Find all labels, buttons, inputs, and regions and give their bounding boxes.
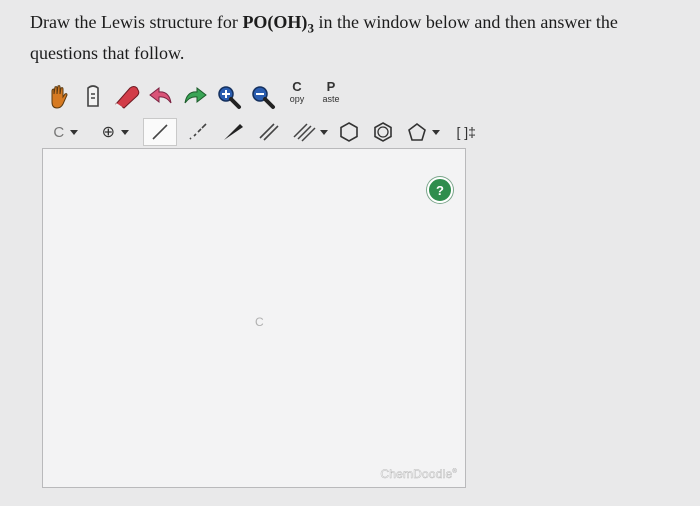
toolbar-main: C opy P aste <box>44 80 464 114</box>
plus-charge-icon: ⊕ <box>101 124 116 141</box>
lasso-tool-button[interactable] <box>78 82 108 112</box>
benzene-button[interactable] <box>369 119 397 145</box>
drawing-canvas[interactable]: ? C ChemDoodle® <box>42 148 466 488</box>
hashed-bond-icon <box>189 123 207 140</box>
single-bond-button[interactable] <box>143 118 177 146</box>
undo-icon <box>149 86 172 104</box>
zoom-out-button[interactable] <box>248 82 278 112</box>
pentagon-ring-button[interactable] <box>403 119 443 145</box>
triple-bond-button[interactable] <box>290 119 330 145</box>
zoom-in-button[interactable] <box>214 82 244 112</box>
paste-button[interactable]: P aste <box>316 80 346 114</box>
question-text: Draw the Lewis structure for PO(OH)3 in … <box>30 10 690 65</box>
wedge-bond-icon <box>224 124 244 140</box>
copy-label-small: opy <box>289 94 305 104</box>
hand-tool-button[interactable] <box>44 82 74 112</box>
copy-button[interactable]: C opy <box>282 80 312 114</box>
carbon-atom-label[interactable]: C <box>255 315 264 329</box>
single-bond-icon <box>152 124 168 140</box>
element-label: C <box>53 123 65 141</box>
question-formula: PO(OH)3 <box>242 12 314 36</box>
lasso-icon <box>87 85 99 107</box>
help-button[interactable]: ? <box>427 177 453 203</box>
chemdoodle-logo: ChemDoodle® <box>380 467 457 482</box>
undo-button[interactable] <box>146 82 176 112</box>
eraser-tool-button[interactable] <box>112 82 142 112</box>
hexagon-ring-icon <box>340 122 359 142</box>
copy-label-big: C <box>292 79 302 94</box>
bracket-label: [ ]‡ <box>456 124 476 140</box>
chevron-down-icon <box>431 129 440 135</box>
toolbar-drawing: C ⊕ []‡ <box>44 118 484 146</box>
redo-icon <box>184 86 207 104</box>
element-selector[interactable]: C <box>44 119 88 145</box>
pentagon-ring-icon <box>407 123 426 141</box>
zoom-out-icon <box>252 86 275 109</box>
benzene-ring-icon <box>374 122 392 142</box>
charge-selector[interactable]: ⊕ <box>94 119 138 145</box>
bracket-button[interactable]: [ ]‡ <box>448 119 484 145</box>
recessed-bond-button[interactable] <box>183 119 213 145</box>
chevron-down-icon <box>121 129 130 135</box>
cyclohexane-button[interactable] <box>335 119 363 145</box>
paste-label-small: aste <box>322 94 340 104</box>
zoom-in-icon <box>218 86 241 109</box>
chevron-down-icon <box>70 129 79 135</box>
hand-icon <box>51 85 68 109</box>
question-prefix: Draw the Lewis structure for <box>30 12 243 32</box>
triple-bond-icon <box>293 123 316 142</box>
redo-button[interactable] <box>180 82 210 112</box>
chevron-down-icon <box>319 129 328 135</box>
paste-label-big: P <box>326 79 336 94</box>
double-bond-button[interactable] <box>254 119 284 145</box>
eraser-icon <box>115 86 140 109</box>
question-mark-icon: ? <box>436 182 444 198</box>
double-bond-icon <box>259 123 279 141</box>
wedge-bond-button[interactable] <box>218 119 248 145</box>
